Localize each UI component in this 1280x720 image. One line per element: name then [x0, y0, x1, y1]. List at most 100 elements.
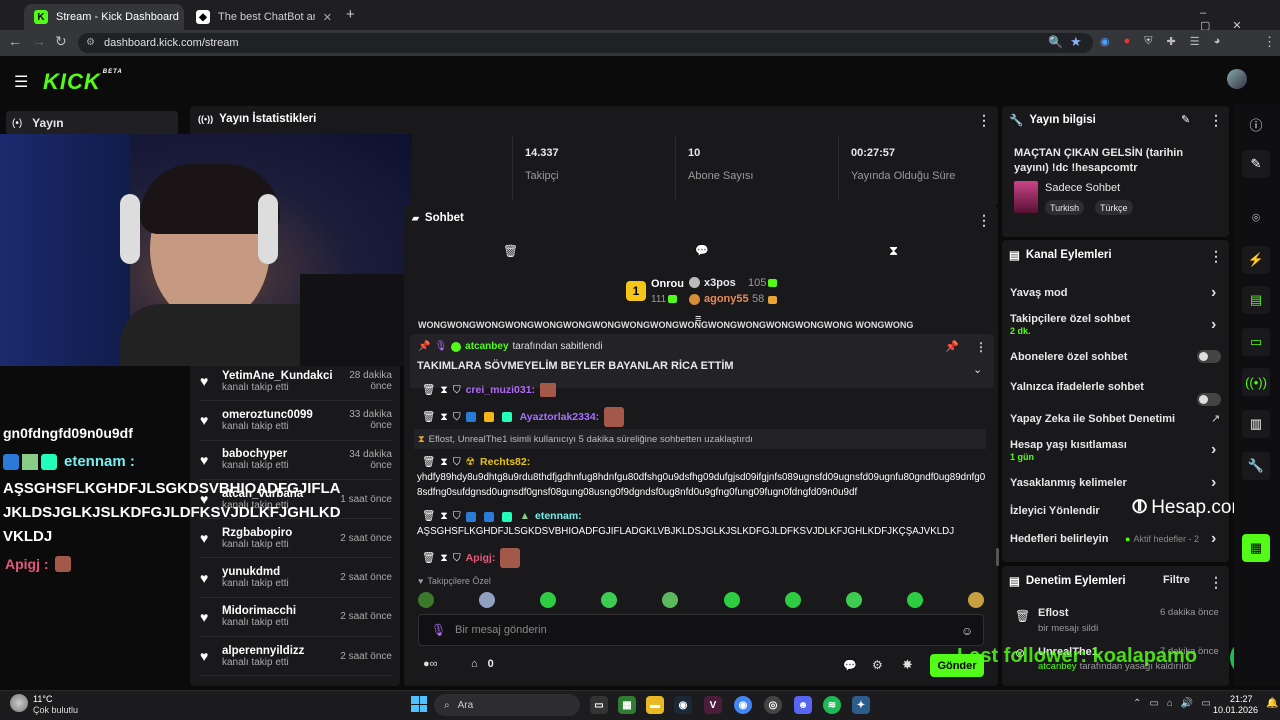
new-tab-button[interactable]: +	[346, 6, 355, 23]
app-icon[interactable]: V	[704, 696, 722, 714]
wrench-icon[interactable]: 🔧	[1242, 452, 1270, 480]
broadcast-icon[interactable]: ((•))	[1242, 368, 1270, 396]
forward-icon[interactable]: →	[32, 33, 46, 49]
follower-name[interactable]: yunukdmd	[222, 566, 332, 578]
edit-icon[interactable]: ✎	[1181, 113, 1190, 126]
stream-info-menu-icon[interactable]: ⋮	[1209, 112, 1223, 129]
badge-icon[interactable]: ✸	[902, 657, 913, 673]
category-name[interactable]: Sadece Sohbet	[1045, 182, 1120, 194]
app-icon[interactable]: ✦	[852, 696, 870, 714]
chat-bubble-icon[interactable]: 💬	[695, 244, 709, 257]
folder-icon[interactable]: ▬	[646, 696, 664, 714]
followers-chat-label[interactable]: Takipçilere özel sohbet	[1010, 313, 1130, 325]
emote-chat-toggle[interactable]	[1197, 393, 1221, 406]
banned-words-label[interactable]: Yasaklanmış kelimeler	[1010, 477, 1127, 489]
more-menu-icon[interactable]: ⋮	[1263, 34, 1276, 50]
tag[interactable]: Türkçe	[1095, 200, 1133, 215]
url-input[interactable]: dashboard.kick.com/stream	[78, 33, 1093, 53]
goals-label[interactable]: Hedefleri belirleyin	[1010, 533, 1108, 545]
channel-actions-menu-icon[interactable]: ⋮	[1209, 248, 1223, 265]
pinned-menu-icon[interactable]: ⋮	[975, 340, 987, 354]
follower-name[interactable]: babochyper	[222, 448, 332, 460]
user-avatar[interactable]	[1227, 69, 1247, 89]
spotify-icon[interactable]: ≋	[823, 696, 841, 714]
chevron-right-icon[interactable]: ›	[1211, 530, 1216, 548]
discord-icon[interactable]: ☻	[794, 696, 812, 714]
reload-icon[interactable]: ↻	[55, 33, 67, 50]
notification-icon[interactable]: 🔔	[1266, 698, 1278, 709]
follower-name[interactable]: omeroztunc0099	[222, 409, 332, 421]
emoji-icon[interactable]: ☺	[961, 624, 973, 638]
sidebar-item-stream[interactable]: (•) Yayın	[6, 111, 178, 135]
chat-menu-icon[interactable]: ⋮	[977, 212, 991, 229]
store-counter[interactable]: ⌂ 0	[471, 658, 494, 670]
slow-mode-label[interactable]: Yavaş mod	[1010, 287, 1067, 299]
moderation-menu-icon[interactable]: ⋮	[1209, 574, 1223, 591]
site-info-icon[interactable]: ⚙	[86, 37, 95, 48]
minecraft-icon[interactable]: ▦	[618, 696, 636, 714]
document-icon[interactable]: ▤	[1242, 286, 1270, 314]
emote-icon[interactable]	[845, 592, 862, 608]
taskview-icon[interactable]: ▭	[590, 696, 608, 714]
back-icon[interactable]: ←	[8, 33, 22, 49]
extensions-toolbar[interactable]: ◉ ● ⛨ ✚ ☰ ◕	[1100, 35, 1250, 48]
subs-chat-toggle[interactable]	[1197, 350, 1221, 363]
age-restriction-label[interactable]: Hesap yaşı kısıtlaması	[1010, 439, 1127, 451]
emote-icon[interactable]	[540, 592, 557, 608]
emote-icon[interactable]	[601, 592, 618, 608]
chevron-right-icon[interactable]: ›	[1211, 441, 1216, 459]
camera-icon[interactable]: ⌾	[1242, 204, 1270, 232]
trash-icon[interactable]: 🗑	[503, 244, 518, 258]
tab-chatbot[interactable]: ◆ The best ChatBot and Widgets ✕	[186, 4, 342, 30]
infinity-icon[interactable]: ●∞	[423, 658, 438, 670]
mic-icon[interactable]: 🎙	[431, 623, 446, 637]
viewer-redirect-label[interactable]: İzleyici Yönlendir	[1010, 505, 1100, 517]
emote-icon[interactable]	[662, 592, 679, 608]
tab-stream[interactable]: K Stream - Kick Dashboard ✕	[24, 4, 184, 30]
chevron-right-icon[interactable]: ›	[1211, 316, 1216, 334]
category-thumbnail[interactable]	[1014, 181, 1038, 213]
emote-icon[interactable]	[723, 592, 740, 608]
chat-icon[interactable]: ▭	[1242, 328, 1270, 356]
windows-start-icon[interactable]	[411, 696, 427, 712]
emote-row[interactable]	[418, 592, 984, 608]
ai-moderation-label[interactable]: Yapay Zeka ile Sohbet Denetimi	[1010, 413, 1175, 425]
expand-icon[interactable]: ⌄	[973, 363, 982, 376]
hourglass-icon[interactable]: ⧗	[889, 243, 898, 259]
app-icon[interactable]: ◎	[764, 696, 782, 714]
steam-icon[interactable]: ◉	[674, 696, 692, 714]
chrome-icon[interactable]: ◉	[734, 696, 752, 714]
lightning-icon[interactable]: ⚡	[1242, 246, 1270, 274]
emote-icon[interactable]	[967, 592, 984, 608]
kick-logo[interactable]: KICK BETA	[43, 69, 123, 95]
tag[interactable]: Turkish	[1045, 200, 1085, 215]
zoom-icon[interactable]: 🔍	[1048, 35, 1063, 49]
bookmark-star-icon[interactable]: ★	[1070, 34, 1082, 50]
weather-icon[interactable]	[10, 694, 28, 712]
hamburger-menu-icon[interactable]: ☰	[14, 72, 28, 92]
filter-button[interactable]: Filtre	[1163, 574, 1190, 586]
unpin-icon[interactable]: 📌	[945, 340, 959, 353]
follower-name[interactable]: alperennyildizz	[222, 645, 332, 657]
follower-name[interactable]: Midorimacchi	[222, 605, 332, 617]
chat-bubble-icon[interactable]: 💬	[843, 659, 857, 672]
external-link-icon[interactable]: ↗	[1211, 412, 1220, 425]
widget-icon[interactable]: ▦	[1242, 534, 1270, 562]
window-controls[interactable]: –▢✕	[1200, 7, 1280, 32]
close-tab-icon[interactable]: ✕	[323, 11, 332, 24]
emote-icon[interactable]	[479, 592, 496, 608]
server-icon[interactable]: ▥	[1242, 410, 1270, 438]
chat-scrollbar[interactable]	[996, 548, 999, 566]
follower-name[interactable]: YetimAne_Kundakcisi1	[222, 370, 332, 382]
pencil-icon[interactable]: ✎	[1242, 150, 1270, 178]
emote-icon[interactable]	[906, 592, 923, 608]
system-tray[interactable]: ⌃▭⌂🔊▭	[1133, 698, 1219, 709]
gear-icon[interactable]: ⚙	[872, 658, 883, 672]
chevron-right-icon[interactable]: ›	[1211, 284, 1216, 302]
chevron-right-icon[interactable]: ›	[1211, 474, 1216, 492]
stats-menu-icon[interactable]: ⋮	[977, 112, 991, 129]
info-icon[interactable]: ⓘ	[1242, 110, 1270, 138]
taskbar-search[interactable]: ⌕ Ara	[434, 694, 580, 716]
emote-icon[interactable]	[418, 592, 434, 608]
emote-icon[interactable]	[784, 592, 801, 608]
